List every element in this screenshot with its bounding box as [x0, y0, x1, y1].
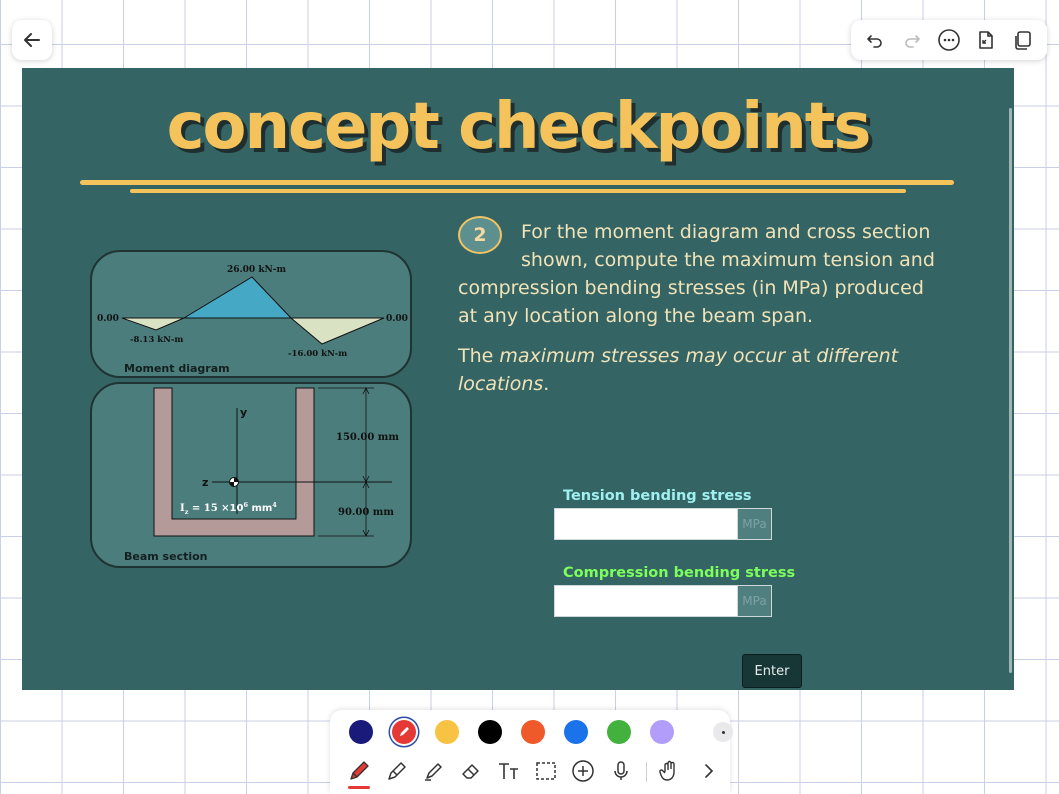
- title-rule-bottom: [130, 189, 906, 193]
- lasso-select-icon: [536, 762, 556, 780]
- inertia-label: Iz = 15 ×106 mm4: [180, 501, 277, 516]
- hint-part-3: at: [785, 345, 817, 367]
- hint-text: The maximum stresses may occur at differ…: [458, 342, 958, 398]
- more-button[interactable]: [935, 26, 963, 54]
- add-button[interactable]: [570, 758, 596, 784]
- color-swatch-black[interactable]: [478, 720, 502, 744]
- hand-tool[interactable]: [656, 758, 682, 784]
- z-axis-label: z: [202, 476, 208, 489]
- hint-part-1: The: [458, 345, 500, 367]
- y-axis-label: y: [240, 406, 247, 419]
- more-icon: [938, 29, 960, 51]
- tension-field: MPa: [554, 508, 772, 540]
- back-arrow-icon: [24, 33, 40, 47]
- color-swatch-navy[interactable]: [349, 720, 373, 744]
- tension-unit: MPa: [737, 509, 771, 539]
- toolbar-divider: [646, 762, 647, 782]
- beam-section-panel: y z 150.00 mm 90.00 mm Iz = 15 ×106 mm4 …: [90, 382, 412, 568]
- expand-toolbar-button[interactable]: [696, 758, 722, 784]
- slide-scrollbar[interactable]: [1009, 108, 1012, 673]
- moment-peak-label: 26.00 kN-m: [227, 265, 287, 275]
- marker-tool[interactable]: [384, 758, 410, 784]
- beam-section-graphic: y z 150.00 mm 90.00 mm Iz = 15 ×106 mm4: [153, 387, 399, 537]
- text-tool-icon: [499, 763, 518, 779]
- undo-icon: [867, 35, 883, 48]
- pen-active-indicator: [348, 786, 370, 789]
- highlighter-icon: [425, 763, 442, 781]
- eraser-tool[interactable]: [458, 758, 484, 784]
- export-button[interactable]: [972, 26, 1000, 54]
- tension-input[interactable]: [555, 509, 737, 539]
- more-colors-button[interactable]: [713, 722, 733, 742]
- highlighter-tool[interactable]: [421, 758, 447, 784]
- compression-field: MPa: [554, 585, 772, 617]
- question-line-1: For the moment diagram and cross section: [521, 221, 931, 243]
- top-toolbar: [851, 20, 1047, 60]
- moment-diagram-panel: 26.00 kN-m 0.00 0.00 -8.13 kN-m -16.00 k…: [90, 250, 412, 378]
- question-text: For the moment diagram and cross section…: [458, 218, 958, 330]
- lasso-select-tool[interactable]: [533, 758, 559, 784]
- slide: concept checkpoints For the moment diagr…: [22, 68, 1014, 690]
- color-swatch-orange[interactable]: [521, 720, 545, 744]
- moment-diagram-graphic: 26.00 kN-m 0.00 0.00 -8.13 kN-m -16.00 k…: [97, 265, 408, 359]
- add-icon: [572, 760, 594, 782]
- moment-left-end-label: 0.00: [97, 314, 119, 324]
- back-button[interactable]: [12, 20, 52, 60]
- compression-label: Compression bending stress: [563, 565, 796, 581]
- title-rule-top: [80, 180, 954, 185]
- enter-button[interactable]: Enter: [742, 654, 802, 688]
- beam-section-label: Beam section: [124, 550, 208, 563]
- chevron-right-icon: [705, 764, 714, 778]
- hint-part-6: .: [543, 373, 550, 395]
- dim-bottom-label: 90.00 mm: [338, 507, 394, 518]
- moment-neg2-label: -16.00 kN-m: [288, 349, 347, 359]
- drawing-toolbar: [330, 710, 733, 794]
- export-icon: [978, 31, 993, 49]
- hint-part-5: locations: [458, 373, 544, 395]
- microphone-button[interactable]: [608, 758, 634, 784]
- moment-diagram-label: Moment diagram: [124, 362, 230, 375]
- color-swatch-lavender[interactable]: [650, 720, 674, 744]
- undo-button[interactable]: [861, 26, 889, 54]
- hint-part-4: different: [816, 345, 899, 367]
- pen-icon: [350, 761, 369, 780]
- compression-input[interactable]: [555, 586, 737, 616]
- pen-tool[interactable]: [346, 758, 372, 784]
- color-swatch-green[interactable]: [607, 720, 631, 744]
- hint-part-2: maximum stresses may occur: [499, 345, 786, 367]
- microphone-icon: [614, 761, 628, 780]
- redo-icon: [905, 35, 920, 48]
- moment-right-end-label: 0.00: [386, 314, 408, 324]
- text-tool[interactable]: [496, 758, 522, 784]
- dim-top-label: 150.00 mm: [336, 432, 399, 443]
- color-swatch-yellow[interactable]: [435, 720, 459, 744]
- eraser-icon: [462, 764, 479, 779]
- question-line-3: compression bending stresses (in MPa) pr…: [458, 277, 924, 299]
- hand-icon: [659, 760, 675, 781]
- question-line-2: shown, compute the maximum tension and: [521, 249, 935, 271]
- compression-unit: MPa: [737, 586, 771, 616]
- color-swatch-blue[interactable]: [564, 720, 588, 744]
- moment-neg1-label: -8.13 kN-m: [130, 335, 183, 345]
- question-line-4: at any location along the beam span.: [458, 305, 814, 327]
- slide-title: concept checkpoints: [166, 90, 872, 164]
- copy-icon: [1014, 31, 1031, 50]
- question-number-badge: 2: [458, 216, 502, 254]
- redo-button[interactable]: [898, 26, 926, 54]
- color-swatch-red[interactable]: [392, 720, 416, 744]
- tension-label: Tension bending stress: [563, 488, 752, 504]
- copy-button[interactable]: [1009, 26, 1037, 54]
- marker-icon: [388, 762, 406, 780]
- pencil-icon: [400, 727, 409, 736]
